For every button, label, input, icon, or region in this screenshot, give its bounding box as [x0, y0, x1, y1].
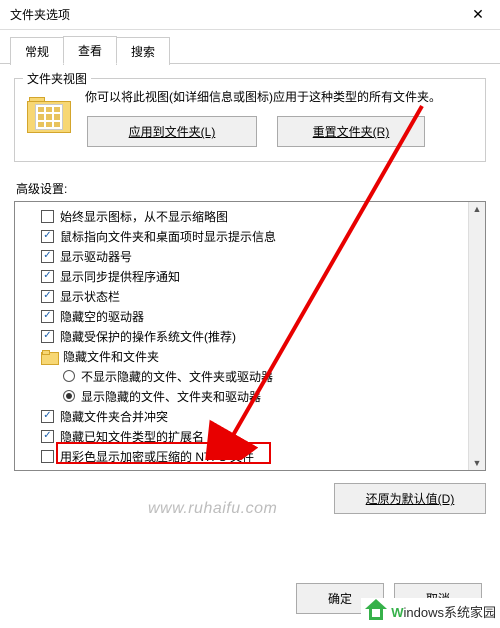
- checkbox-icon[interactable]: [41, 230, 54, 243]
- checkbox-icon[interactable]: [41, 250, 54, 263]
- reset-folders-button[interactable]: 重置文件夹(R): [277, 116, 425, 147]
- tree-item-8[interactable]: 不显示隐藏的文件、文件夹或驱动器: [23, 366, 465, 386]
- radio-icon[interactable]: [63, 390, 75, 402]
- checkbox-icon[interactable]: [41, 470, 54, 472]
- tree-item-label: 隐藏已知文件类型的扩展名: [60, 428, 204, 445]
- scrollbar[interactable]: ▲ ▼: [468, 202, 485, 470]
- tree-item-5[interactable]: 隐藏空的驱动器: [23, 306, 465, 326]
- tree-item-label: 隐藏文件和文件夹: [63, 348, 159, 365]
- tree-item-label: 在标题栏中显示完整路径: [60, 468, 192, 472]
- tree-item-12[interactable]: 用彩色显示加密或压缩的 NTFS 文件: [23, 446, 465, 466]
- tree-item-1[interactable]: 鼠标指向文件夹和桌面项时显示提示信息: [23, 226, 465, 246]
- checkbox-icon[interactable]: [41, 290, 54, 303]
- checkbox-icon[interactable]: [41, 270, 54, 283]
- tabs: 常规 查看 搜索: [10, 36, 500, 64]
- scroll-up-icon[interactable]: ▲: [473, 204, 482, 214]
- tree-item-label: 显示同步提供程序通知: [60, 268, 180, 285]
- tree-item-label: 隐藏空的驱动器: [60, 308, 144, 325]
- tree-item-6[interactable]: 隐藏受保护的操作系统文件(推荐): [23, 326, 465, 346]
- tab-view[interactable]: 查看: [63, 36, 117, 64]
- tree-item-13[interactable]: 在标题栏中显示完整路径: [23, 466, 465, 471]
- restore-defaults-button[interactable]: 还原为默认值(D): [334, 483, 486, 514]
- checkbox-icon[interactable]: [41, 210, 54, 223]
- tree-item-2[interactable]: 显示驱动器号: [23, 246, 465, 266]
- checkbox-icon[interactable]: [41, 430, 54, 443]
- tree-item-9[interactable]: 显示隐藏的文件、文件夹和驱动器: [23, 386, 465, 406]
- group-title: 文件夹视图: [23, 70, 91, 87]
- checkbox-icon[interactable]: [41, 410, 54, 423]
- tree-item-label: 隐藏文件夹合并冲突: [60, 408, 168, 425]
- tab-panel-view: 文件夹视图 你可以将此视图(如详细信息或图标)应用于这种类型的所有文件夹。 应用…: [14, 64, 486, 514]
- checkbox-icon[interactable]: [41, 310, 54, 323]
- advanced-tree: 始终显示图标，从不显示缩略图鼠标指向文件夹和桌面项时显示提示信息显示驱动器号显示…: [14, 201, 486, 471]
- checkbox-icon[interactable]: [41, 450, 54, 463]
- tab-search[interactable]: 搜索: [116, 37, 170, 65]
- watermark: www.ruhaifu.com: [148, 500, 277, 518]
- tab-general[interactable]: 常规: [10, 37, 64, 65]
- tree-item-0[interactable]: 始终显示图标，从不显示缩略图: [23, 206, 465, 226]
- folder-view-group: 文件夹视图 你可以将此视图(如详细信息或图标)应用于这种类型的所有文件夹。 应用…: [14, 78, 486, 162]
- logo-text: Windows系统家园: [391, 602, 496, 621]
- tree-item-10[interactable]: 隐藏文件夹合并冲突: [23, 406, 465, 426]
- house-icon: [363, 599, 389, 623]
- close-button[interactable]: ✕: [456, 0, 500, 30]
- window-title: 文件夹选项: [10, 6, 70, 23]
- tree-item-4[interactable]: 显示状态栏: [23, 286, 465, 306]
- folder-icon: [41, 350, 57, 363]
- tree-item-label: 不显示隐藏的文件、文件夹或驱动器: [81, 368, 273, 385]
- scroll-down-icon[interactable]: ▼: [473, 458, 482, 468]
- tree-item-label: 显示驱动器号: [60, 248, 132, 265]
- site-logo: Windows系统家园: [361, 598, 498, 624]
- tree-item-11[interactable]: 隐藏已知文件类型的扩展名: [23, 426, 465, 446]
- folder-icon: [27, 95, 73, 135]
- tree-item-label: 用彩色显示加密或压缩的 NTFS 文件: [60, 448, 254, 465]
- tree-item-label: 显示状态栏: [60, 288, 120, 305]
- group-desc: 你可以将此视图(如详细信息或图标)应用于这种类型的所有文件夹。 应用到文件夹(L…: [85, 89, 441, 147]
- apply-to-folders-button[interactable]: 应用到文件夹(L): [87, 116, 257, 147]
- tree-item-7[interactable]: 隐藏文件和文件夹: [23, 346, 465, 366]
- radio-icon[interactable]: [63, 370, 75, 382]
- tree-item-label: 始终显示图标，从不显示缩略图: [60, 208, 228, 225]
- advanced-label: 高级设置:: [16, 180, 486, 197]
- titlebar: 文件夹选项 ✕: [0, 0, 500, 30]
- tree-item-3[interactable]: 显示同步提供程序通知: [23, 266, 465, 286]
- tree-item-label: 隐藏受保护的操作系统文件(推荐): [60, 328, 236, 345]
- checkbox-icon[interactable]: [41, 330, 54, 343]
- tree-item-label: 显示隐藏的文件、文件夹和驱动器: [81, 388, 261, 405]
- tree-item-label: 鼠标指向文件夹和桌面项时显示提示信息: [60, 228, 276, 245]
